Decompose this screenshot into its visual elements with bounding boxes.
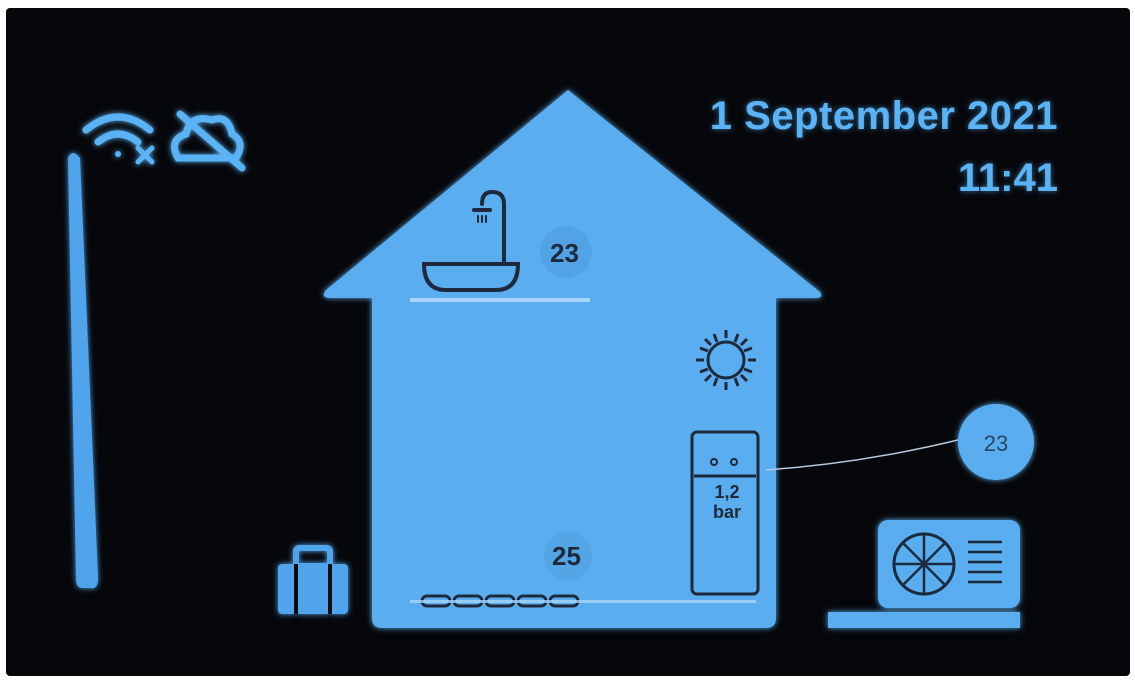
suitcase-icon <box>278 545 348 614</box>
heat-pump-outdoor-unit-icon <box>828 520 1020 628</box>
lower-floor-line <box>410 600 756 603</box>
outdoor-connector <box>765 437 967 471</box>
cloud-off-icon <box>170 110 246 172</box>
time-label: 11:41 <box>957 156 1058 200</box>
upper-floor-line <box>410 298 590 302</box>
lower-floor-temperature[interactable]: 25 <box>552 541 581 572</box>
outdoor-temperature[interactable]: 23 <box>956 416 1036 472</box>
level-bar <box>68 153 98 589</box>
date-label: 1 September 2021 <box>709 94 1058 138</box>
display-screen: 1 September 2021 11:41 23 25 1,2 bar 23 <box>6 8 1130 676</box>
pressure-value: 1,2 <box>714 482 740 502</box>
wifi-disconnected-icon <box>82 113 155 165</box>
upper-floor-temperature[interactable]: 23 <box>550 238 579 269</box>
water-pressure[interactable]: 1,2 bar <box>694 482 760 522</box>
pressure-unit: bar <box>712 502 741 522</box>
